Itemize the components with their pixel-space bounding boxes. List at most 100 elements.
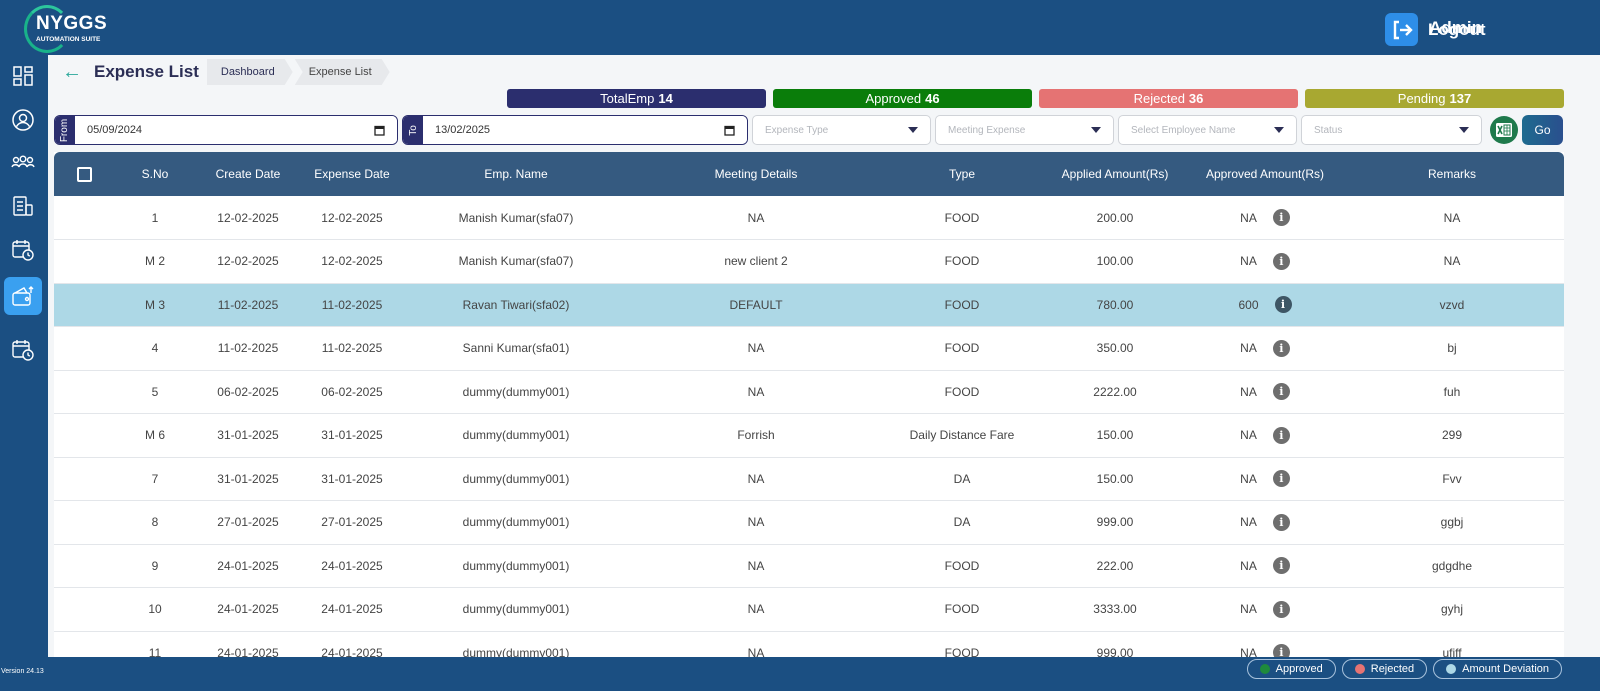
- cell-applied-amount: 999.00: [1096, 515, 1134, 530]
- expense-table: S.No Create Date Expense Date Emp. Name …: [54, 152, 1564, 657]
- to-date-input[interactable]: 13/02/2025: [423, 116, 747, 144]
- stat-value: 36: [1188, 91, 1204, 106]
- breadcrumb: ← Expense List Dashboard Expense List: [62, 59, 392, 85]
- table-row[interactable]: M 3 11-02-2025 11-02-2025 Ravan Tiwari(sfa0…: [54, 283, 1564, 327]
- column-header[interactable]: Approved Amount(Rs): [1190, 152, 1340, 196]
- cell-approved-amount: 600 i: [1190, 283, 1340, 327]
- info-icon[interactable]: i: [1272, 209, 1290, 226]
- cell-expense-date: 24-01-2025: [321, 602, 383, 617]
- table-row[interactable]: 7 31-01-2025 31-01-2025 dummy(dummy001) NA DA…: [54, 457, 1564, 501]
- cell-create-date: 24-01-2025: [217, 558, 279, 573]
- from-date-input[interactable]: 05/09/2024: [75, 116, 397, 144]
- status-select[interactable]: Status: [1301, 115, 1482, 145]
- legend-dot-icon: [1354, 664, 1365, 674]
- cell-approved-amount: NA i: [1190, 631, 1340, 657]
- logout-icon: [1385, 13, 1418, 46]
- info-icon[interactable]: i: [1272, 339, 1290, 357]
- cell-applied-amount: 150.00: [1096, 471, 1134, 486]
- go-button[interactable]: Go: [1522, 115, 1563, 145]
- back-arrow-icon[interactable]: ←: [62, 61, 86, 84]
- logout-label: Logout: [1428, 19, 1486, 39]
- sidebar-item-profile[interactable]: [4, 101, 42, 139]
- table-row[interactable]: 5 06-02-2025 06-02-2025 dummy(dummy001) NA FO…: [54, 370, 1564, 414]
- chevron-down-icon: [1274, 127, 1284, 133]
- table-row[interactable]: 11 24-01-2025 24-01-2025 dummy(dummy001) NA F…: [54, 631, 1564, 657]
- cell-remarks: ggbj: [1440, 515, 1464, 530]
- table-row[interactable]: M 6 31-01-2025 31-01-2025 dummy(dummy001) Fo…: [54, 413, 1564, 457]
- stat-approved[interactable]: Approved 46: [773, 89, 1032, 108]
- calendar-icon[interactable]: [724, 125, 735, 136]
- cell-applied-amount: 222.00: [1096, 558, 1134, 573]
- sidebar-item-leave[interactable]: [4, 331, 42, 369]
- cell-type: FOOD: [944, 602, 980, 617]
- legend-dot-icon: [1446, 664, 1457, 674]
- excel-export-button[interactable]: [1490, 116, 1518, 144]
- table-row[interactable]: 10 24-01-2025 24-01-2025 dummy(dummy001) NA F…: [54, 587, 1564, 631]
- stat-total-emp[interactable]: TotalEmp 14: [507, 89, 766, 108]
- stat-label: Approved: [865, 91, 922, 106]
- cell-sno: 11: [148, 645, 162, 657]
- info-icon[interactable]: i: [1272, 383, 1290, 401]
- calendar-icon[interactable]: [374, 125, 385, 136]
- table-row[interactable]: M 2 12-02-2025 12-02-2025 Manish Kumar(sfa0…: [54, 239, 1564, 283]
- table-row[interactable]: 8 27-01-2025 27-01-2025 dummy(dummy001) NA DA…: [54, 500, 1564, 544]
- info-icon[interactable]: i: [1272, 426, 1290, 444]
- approved-amount-value: NA: [1240, 254, 1257, 269]
- cell-type: FOOD: [944, 558, 980, 573]
- sidebar-item-dashboard[interactable]: [4, 57, 42, 95]
- cell-meeting-details: NA: [747, 558, 765, 573]
- cell-sno: 4: [151, 341, 159, 356]
- row-checkbox-cell: [54, 544, 114, 588]
- column-header[interactable]: Remarks: [1340, 152, 1564, 196]
- cell-meeting-details: NA: [747, 384, 765, 399]
- cell-applied-amount: 350.00: [1096, 341, 1134, 356]
- info-icon[interactable]: i: [1272, 600, 1290, 618]
- employee-select[interactable]: Select Employee Name: [1118, 115, 1297, 145]
- meeting-expense-select[interactable]: Meeting Expense: [935, 115, 1114, 145]
- row-checkbox-cell: [54, 370, 114, 414]
- cell-type: FOOD: [944, 341, 980, 356]
- cell-applied-amount: 3333.00: [1093, 602, 1137, 617]
- table-row[interactable]: 1 12-02-2025 12-02-2025 Manish Kumar(sfa07)…: [54, 196, 1564, 240]
- brand-subtitle: AUTOMATION SUITE: [36, 36, 101, 43]
- column-header[interactable]: Create Date: [196, 152, 300, 196]
- select-all-checkbox[interactable]: [76, 166, 92, 182]
- sidebar-item-team[interactable]: [4, 143, 42, 181]
- table-row[interactable]: 9 24-01-2025 24-01-2025 dummy(dummy001) NA FO…: [54, 544, 1564, 588]
- column-header[interactable]: Applied Amount(Rs): [1040, 152, 1190, 196]
- sidebar-item-reports[interactable]: [4, 187, 42, 225]
- info-icon[interactable]: i: [1272, 644, 1290, 657]
- column-header[interactable]: Emp. Name: [404, 152, 628, 196]
- cell-create-date: 31-01-2025: [217, 428, 279, 443]
- cell-meeting-details: NA: [747, 471, 765, 486]
- info-icon[interactable]: i: [1272, 557, 1290, 575]
- column-header[interactable]: Meeting Details: [628, 152, 884, 196]
- legend-label: Amount Deviation: [1462, 663, 1549, 675]
- cell-meeting-details: NA: [747, 602, 765, 617]
- cell-emp-name: Manish Kumar(sfa07): [458, 210, 574, 225]
- stat-pending[interactable]: Pending 137: [1305, 89, 1564, 108]
- expense-type-select[interactable]: Expense Type: [752, 115, 931, 145]
- breadcrumb-dashboard[interactable]: Dashboard: [207, 59, 293, 85]
- to-label: To: [403, 116, 423, 144]
- info-icon[interactable]: i: [1274, 296, 1292, 314]
- cell-emp-name: dummy(dummy001): [462, 645, 570, 657]
- column-header[interactable]: Type: [884, 152, 1040, 196]
- cell-remarks: NA: [1443, 210, 1461, 225]
- user-circle-icon: [12, 109, 34, 131]
- info-icon[interactable]: i: [1272, 470, 1290, 488]
- logout-button[interactable]: Logout: [1385, 13, 1486, 46]
- table-row[interactable]: 4 11-02-2025 11-02-2025 Sanni Kumar(sfa01) N…: [54, 326, 1564, 371]
- info-icon[interactable]: i: [1272, 252, 1290, 270]
- sidebar-item-expense[interactable]: [4, 277, 42, 315]
- sidebar-item-attendance[interactable]: [4, 231, 42, 269]
- column-header[interactable]: Expense Date: [300, 152, 404, 196]
- cell-sno: M 6: [144, 428, 165, 443]
- cell-emp-name: dummy(dummy001): [462, 602, 570, 617]
- cell-create-date: 06-02-2025: [217, 384, 279, 399]
- column-header[interactable]: S.No: [114, 152, 196, 196]
- stat-rejected[interactable]: Rejected 36: [1039, 89, 1298, 108]
- info-icon[interactable]: i: [1272, 513, 1290, 531]
- row-checkbox-cell: [54, 327, 114, 371]
- cell-applied-amount: 150.00: [1096, 428, 1134, 443]
